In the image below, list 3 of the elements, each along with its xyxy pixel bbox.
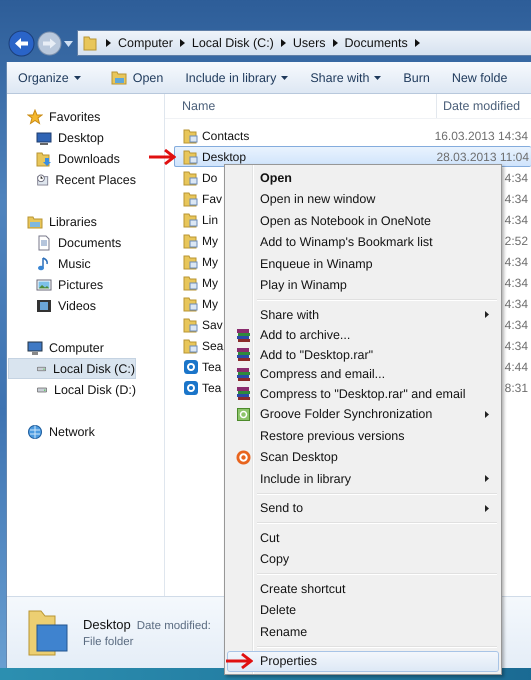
file-type: File folder [83, 636, 134, 648]
date-label: Date modified: [136, 620, 211, 632]
file-name: Desktop [83, 617, 131, 632]
